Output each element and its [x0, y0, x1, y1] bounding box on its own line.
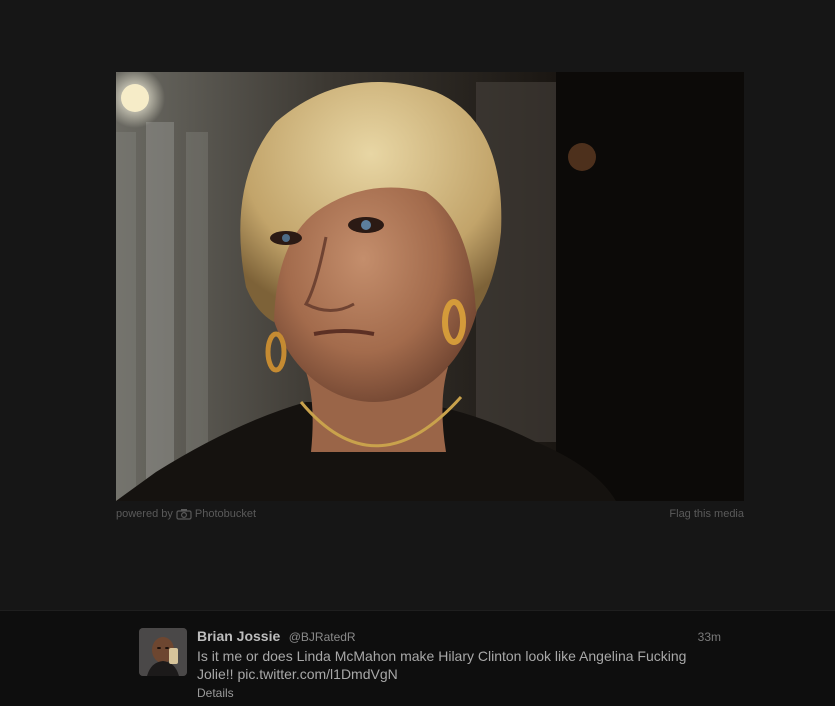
flag-media-link[interactable]: Flag this media: [669, 508, 744, 520]
tweet-bar: Brian Jossie @BJRatedR 33m Is it me or d…: [0, 610, 835, 706]
provider-name: Photobucket: [194, 508, 257, 520]
tweet-text: Is it me or does Linda McMahon make Hila…: [197, 647, 707, 683]
avatar[interactable]: [139, 628, 187, 676]
tweet-header: Brian Jossie @BJRatedR 33m: [197, 628, 721, 646]
powered-by-photobucket[interactable]: powered by Photobucket: [116, 508, 256, 520]
media-footer: powered by Photobucket Flag this media: [116, 508, 744, 524]
tweet-pic-link[interactable]: pic.twitter.com/l1DmdVgN: [237, 666, 397, 682]
user-screen-name[interactable]: @BJRatedR: [289, 630, 356, 644]
user-full-name[interactable]: Brian Jossie: [197, 628, 280, 644]
camera-icon: [176, 508, 192, 520]
details-link[interactable]: Details: [197, 686, 234, 700]
tweet-timestamp[interactable]: 33m: [698, 630, 721, 644]
tweet-photo[interactable]: [116, 72, 744, 501]
powered-by-label: powered by: [116, 508, 173, 520]
media-viewer: powered by Photobucket Flag this media: [0, 0, 835, 610]
